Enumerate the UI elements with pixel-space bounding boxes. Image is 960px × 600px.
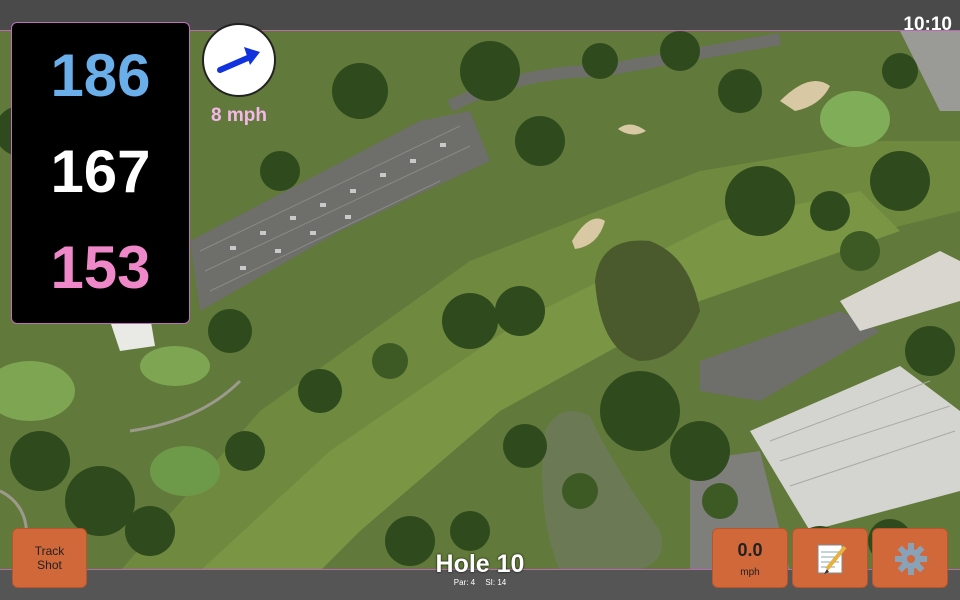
track-shot-label: Track Shot xyxy=(34,544,65,572)
speed-value: 0.0 xyxy=(737,540,763,560)
hole-info: Par: 4 SI: 14 xyxy=(380,578,580,587)
clock: 10:10 xyxy=(903,14,952,35)
wind-speed: 8 mph xyxy=(211,105,267,126)
middle-distance: 167 xyxy=(50,138,151,205)
wind-arrow-icon xyxy=(217,47,260,73)
distance-panel: 186 167 153 xyxy=(11,22,190,324)
back-distance: 186 xyxy=(50,42,151,109)
hole-par: Par: 4 xyxy=(453,578,476,587)
speed-button[interactable]: 0.0 mph xyxy=(712,528,788,588)
gear-icon xyxy=(895,543,927,575)
wind-compass xyxy=(202,23,276,97)
hole-si: SI: 14 xyxy=(485,578,507,587)
hole-title: Hole 10 xyxy=(435,550,525,578)
notes-button[interactable] xyxy=(792,528,868,588)
notepad-icon xyxy=(817,544,847,574)
track-shot-button[interactable]: Track Shot xyxy=(12,528,87,588)
front-distance: 153 xyxy=(50,234,151,301)
speed-unit: mph xyxy=(740,567,760,578)
settings-button[interactable] xyxy=(872,528,948,588)
